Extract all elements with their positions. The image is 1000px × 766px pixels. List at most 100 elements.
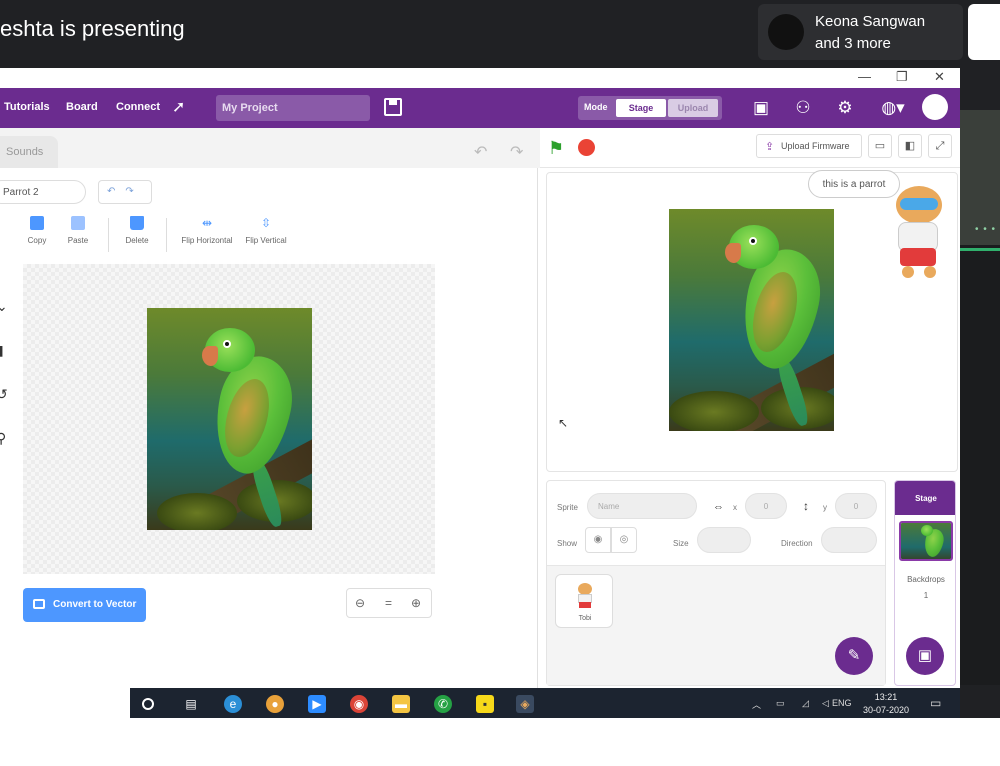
- search-icon[interactable]: [142, 698, 154, 710]
- y-input[interactable]: 0: [835, 493, 877, 519]
- zoom-reset-icon[interactable]: =: [385, 596, 392, 610]
- flip-horizontal-label: Flip Horizontal: [181, 236, 233, 245]
- participants-more: and 3 more: [815, 35, 891, 52]
- participant-name: Keona Sangwan: [815, 13, 926, 30]
- sprite-info-panel: Sprite Name ⇔ x 0 ↕ y 0 Show ◉ ◎ Size Di…: [546, 480, 886, 686]
- save-icon[interactable]: [384, 98, 402, 116]
- whatsapp-icon[interactable]: ✆: [434, 695, 452, 713]
- direction-input[interactable]: [821, 527, 877, 553]
- rocket-icon[interactable]: ➚: [172, 97, 192, 117]
- add-backdrop-button[interactable]: ▣: [906, 637, 944, 675]
- paint-canvas[interactable]: [23, 264, 435, 574]
- feedback-icon[interactable]: ▣: [750, 97, 772, 119]
- network-icon[interactable]: ◿: [802, 698, 809, 709]
- paint-toolbox[interactable]: ⌄ ▮ ↺ ⚲: [0, 284, 8, 460]
- add-sprite-button[interactable]: ✎: [835, 637, 873, 675]
- image-icon: [33, 599, 45, 609]
- size-input[interactable]: [697, 527, 751, 553]
- sprite-name-input[interactable]: Name: [587, 493, 697, 519]
- mode-upload-button[interactable]: Upload: [668, 99, 718, 117]
- system-clock[interactable]: 13:21 30-07-2020: [858, 691, 914, 717]
- direction-label: Direction: [781, 539, 813, 548]
- volume-icon[interactable]: ◁: [822, 698, 829, 709]
- stop-button[interactable]: [578, 139, 595, 156]
- rectangle-tool-icon[interactable]: ▮: [0, 328, 8, 372]
- stage-panel-title: Stage: [895, 481, 955, 515]
- menu-board[interactable]: Board: [66, 101, 98, 113]
- size-label: Size: [673, 539, 689, 548]
- x-label: x: [733, 503, 737, 512]
- app-window: — ❐ ✕ Tutorials Board Connect ➚ My Proje…: [0, 68, 960, 720]
- more-dots-icon[interactable]: • • •: [975, 224, 996, 235]
- copy-icon: [30, 216, 44, 230]
- minimize-button[interactable]: —: [858, 69, 871, 84]
- tobi-sprite[interactable]: [888, 186, 954, 284]
- battery-icon[interactable]: ▭: [776, 698, 785, 709]
- file-explorer-icon[interactable]: ▬: [392, 695, 410, 713]
- zoom-out-icon[interactable]: ⊖: [355, 596, 365, 610]
- mode-stage-button[interactable]: Stage: [616, 99, 666, 117]
- chrome-icon[interactable]: ◉: [350, 695, 368, 713]
- x-arrows-icon: ⇔: [713, 501, 724, 513]
- delete-tool[interactable]: Delete: [122, 216, 152, 245]
- backdrops-count: 1: [923, 591, 929, 600]
- select-tool-icon[interactable]: ⌄: [0, 284, 8, 328]
- pictoblox-icon[interactable]: ◈: [516, 695, 534, 713]
- flip-horizontal-tool[interactable]: ⇹ Flip Horizontal: [176, 216, 238, 245]
- costume-name-input[interactable]: Parrot 2: [0, 180, 86, 204]
- brush-tool-icon[interactable]: ↺: [0, 372, 8, 416]
- menu-tutorials[interactable]: Tutorials: [4, 101, 50, 113]
- copy-label: Copy: [27, 236, 47, 245]
- language-indicator[interactable]: ENG: [832, 698, 852, 708]
- paste-label: Paste: [67, 236, 89, 245]
- browser-icon[interactable]: ●: [266, 695, 284, 713]
- fullscreen-icon[interactable]: ⤢: [928, 134, 952, 158]
- costume-undo-redo[interactable]: ↶↷: [98, 180, 152, 204]
- green-flag-icon[interactable]: ⚑: [548, 138, 570, 158]
- parrot-costume-image[interactable]: [147, 308, 312, 530]
- flip-vertical-tool[interactable]: ⇳ Flip Vertical: [240, 216, 292, 245]
- participants-tile[interactable]: Keona Sangwan and 3 more: [758, 4, 963, 60]
- redo-icon[interactable]: ↷: [510, 142, 523, 162]
- undo-icon[interactable]: ↶: [474, 142, 487, 162]
- mode-switch: Mode Stage Upload: [578, 96, 722, 120]
- zoom-controls: ⊖ = ⊕: [346, 588, 432, 618]
- language-icon[interactable]: ◍▾: [878, 97, 908, 119]
- community-icon[interactable]: ⚇: [792, 97, 814, 119]
- menu-connect[interactable]: Connect: [116, 101, 160, 113]
- convert-to-vector-button[interactable]: Convert to Vector: [23, 588, 146, 622]
- clock-time: 13:21: [874, 692, 898, 702]
- zoom-in-icon[interactable]: ⊕: [411, 596, 421, 610]
- y-arrows-icon: ↕: [803, 499, 809, 513]
- sticky-notes-icon[interactable]: ▪: [476, 695, 494, 713]
- paint-editor-pane: Sounds ↶ ↷ Parrot 2 ↶↷ Copy Paste Delete…: [0, 128, 540, 688]
- sprite-tile-tobi[interactable]: Tobi: [555, 574, 613, 628]
- edge-icon[interactable]: e: [224, 695, 242, 713]
- small-stage-icon[interactable]: ▭: [868, 134, 892, 158]
- large-stage-icon[interactable]: ◧: [898, 134, 922, 158]
- notifications-icon[interactable]: ▭: [930, 696, 941, 710]
- gear-icon[interactable]: ⚙: [834, 97, 856, 119]
- x-input[interactable]: 0: [745, 493, 787, 519]
- tab-sounds[interactable]: Sounds: [0, 136, 58, 168]
- zoom-app-icon[interactable]: ▶: [308, 695, 326, 713]
- stage-selector-panel[interactable]: Stage Backdrops 1 ▣: [894, 480, 956, 686]
- meeting-side-button[interactable]: [968, 4, 1000, 60]
- project-name-input[interactable]: My Project: [216, 95, 370, 121]
- magnifier-tool-icon[interactable]: ⚲: [0, 416, 8, 460]
- stage-thumbnail[interactable]: [899, 521, 953, 561]
- tray-chevron-icon[interactable]: ︿: [752, 698, 761, 711]
- close-window-button[interactable]: ✕: [934, 69, 945, 85]
- maximize-button[interactable]: ❐: [896, 69, 908, 85]
- costume-editor: Parrot 2 ↶↷ Copy Paste Delete ⇹ Flip Hor…: [0, 168, 538, 688]
- paste-tool[interactable]: Paste: [64, 216, 92, 245]
- upload-firmware-button[interactable]: ⇪ Upload Firmware: [756, 134, 862, 158]
- user-avatar[interactable]: [922, 94, 948, 120]
- task-view-icon[interactable]: ▤: [182, 695, 200, 713]
- show-visible-icon[interactable]: ◉: [585, 527, 611, 553]
- windows-taskbar: ▤ e ● ▶ ◉ ▬ ✆ ▪ ◈ ︿ ▭ ◿ ◁ ENG 13:21 30-0…: [130, 688, 960, 720]
- flip-horizontal-icon: ⇹: [201, 216, 213, 230]
- tobi-thumbnail: [576, 583, 594, 609]
- show-hidden-icon[interactable]: ◎: [611, 527, 637, 553]
- copy-tool[interactable]: Copy: [26, 216, 48, 245]
